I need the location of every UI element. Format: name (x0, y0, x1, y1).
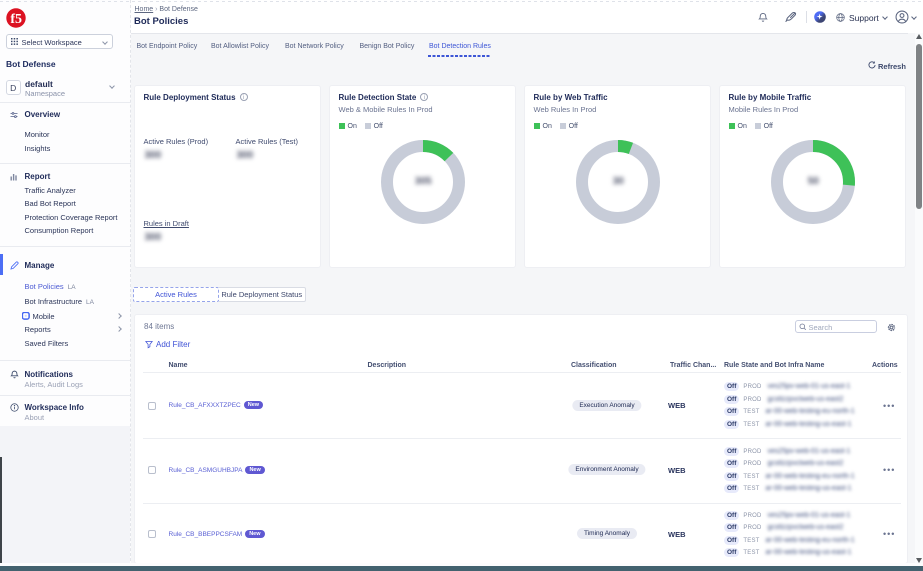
svg-text:f5: f5 (10, 12, 22, 27)
